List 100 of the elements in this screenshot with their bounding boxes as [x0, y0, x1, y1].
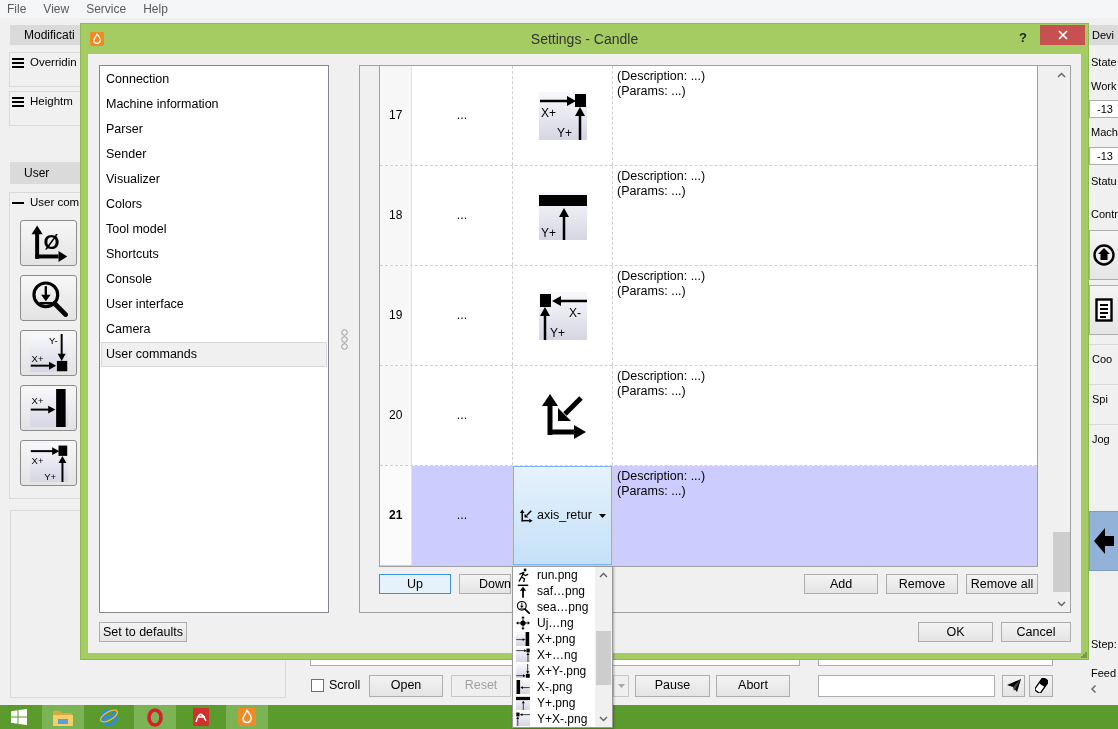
user-command-button[interactable]: X+	[20, 385, 77, 431]
menu-item[interactable]: Help	[143, 1, 168, 17]
coordinate-field[interactable]: -13	[1089, 100, 1118, 118]
help-button[interactable]: ?	[1019, 30, 1027, 46]
menu-item[interactable]: Service	[86, 1, 127, 17]
menu-icon[interactable]	[12, 58, 24, 68]
dropdown-item[interactable]: sea…png	[513, 599, 595, 615]
flame-icon	[238, 708, 256, 726]
add-button[interactable]: Add	[804, 574, 878, 594]
category-item[interactable]: Camera	[101, 317, 327, 342]
abort-button[interactable]: Abort	[716, 674, 790, 697]
scroll-down-icon[interactable]	[599, 716, 608, 722]
pause-button[interactable]: Pause	[635, 674, 710, 697]
send-button[interactable]	[1002, 674, 1025, 697]
user-command-button[interactable]: X+ Y+	[20, 440, 77, 486]
close-button[interactable]	[1040, 25, 1085, 45]
row-number: 17	[380, 66, 412, 165]
tool-button[interactable]	[1089, 230, 1118, 280]
taskbar-button[interactable]	[226, 705, 268, 729]
arrow-to-wall-icon	[516, 632, 530, 646]
defaults-button[interactable]: Set to defaults	[99, 622, 187, 642]
params-text: (Params: ...)	[617, 184, 686, 199]
down-button[interactable]: Down	[459, 574, 511, 594]
scroll-up-icon[interactable]	[599, 572, 608, 578]
table-row[interactable]: 20 ... (Description: ...) (Params: ...)	[380, 366, 1037, 466]
coordinate-field[interactable]: -13	[1089, 147, 1118, 165]
dropdown-item[interactable]: saf…png	[513, 583, 595, 599]
resize-grip-icon[interactable]	[1081, 652, 1087, 658]
category-item[interactable]: Sender	[101, 142, 327, 167]
scroll-up-icon[interactable]	[1057, 72, 1066, 78]
splitter-handle[interactable]	[340, 328, 348, 350]
category-item[interactable]: Visualizer	[101, 167, 327, 192]
params-text: (Params: ...)	[617, 384, 686, 399]
up-button[interactable]: Up	[379, 574, 451, 594]
arrows-to-square-icon	[516, 664, 530, 678]
group-title: Heightm	[30, 95, 73, 109]
category-item[interactable]: User commands	[101, 342, 327, 367]
category-item[interactable]: Tool model	[101, 217, 327, 242]
checkbox-label: Scroll	[329, 678, 362, 693]
arrow-to-wall-icon	[516, 680, 530, 694]
category-item[interactable]: Shortcuts	[101, 242, 327, 267]
arrows-to-square-icon	[516, 712, 530, 726]
table-row[interactable]: 19 ... X- Y+ (Description: ...) (Params: ...)	[380, 266, 1037, 366]
user-command-button[interactable]	[20, 275, 77, 321]
name-cell: ...	[412, 66, 513, 165]
panel-tab[interactable]: Devi	[1089, 25, 1118, 45]
icon-combobox[interactable]: axis_retur	[513, 466, 612, 565]
text-field[interactable]	[818, 660, 1053, 666]
cancel-button[interactable]: Cancel	[1001, 622, 1071, 642]
row-number: 21	[380, 466, 412, 565]
user-command-button[interactable]: Ø	[20, 220, 77, 266]
field-label: Step:	[1090, 637, 1118, 651]
scroll-left-icon[interactable]	[1091, 685, 1096, 693]
dropdown-item[interactable]: X-.png	[513, 679, 595, 695]
jog-button[interactable]	[1089, 511, 1118, 571]
dropdown-item[interactable]: X+.png	[513, 631, 595, 647]
row-number: 18	[380, 166, 412, 265]
user-command-button[interactable]: Y- X+	[20, 330, 77, 376]
clear-button[interactable]	[1029, 674, 1053, 697]
category-item[interactable]: Console	[101, 267, 327, 292]
arrow-to-wall-icon: X+	[29, 389, 68, 427]
arrows-to-square-icon: X+ Y+	[29, 444, 68, 482]
open-button[interactable]: Open	[369, 674, 443, 697]
scrollbar-thumb[interactable]	[596, 631, 611, 685]
arrows-to-square-icon: Y- X+	[29, 334, 68, 372]
panel-tab[interactable]: User	[10, 162, 80, 184]
dropdown-item[interactable]: X+Y-.png	[513, 663, 595, 679]
description-text: (Description: ...)	[617, 69, 706, 84]
row-number: 20	[380, 366, 412, 465]
dropdown-item[interactable]: Uj…ng	[513, 615, 595, 631]
menu-icon[interactable]	[12, 97, 24, 107]
ok-button[interactable]: OK	[918, 622, 993, 642]
tool-button[interactable]	[1089, 285, 1118, 335]
dropdown-item[interactable]: X+…ng	[513, 647, 595, 663]
crosshair-arrows-icon	[516, 616, 530, 630]
menu-item[interactable]: File	[7, 1, 27, 17]
category-item[interactable]: Machine information	[101, 92, 327, 117]
command-input[interactable]	[818, 674, 995, 697]
remove-all-button[interactable]: Remove all	[966, 574, 1038, 594]
dropdown-item[interactable]: Y+X-.png	[513, 711, 595, 727]
taskbar-button[interactable]	[134, 705, 176, 729]
description-text: (Description: ...)	[617, 369, 706, 384]
checkbox[interactable]	[311, 679, 324, 692]
category-item[interactable]: Parser	[101, 117, 327, 142]
category-item[interactable]: Colors	[101, 192, 327, 217]
dropdown-item[interactable]: Y+.png	[513, 695, 595, 711]
scrollbar-thumb[interactable]	[1053, 532, 1070, 592]
panel-tab[interactable]: Modificati	[10, 25, 80, 45]
category-item[interactable]: User interface	[101, 292, 327, 317]
scroll-down-icon[interactable]	[1057, 601, 1066, 607]
category-item[interactable]: Connection	[101, 67, 327, 92]
table-row[interactable]: 17 ... X+ Y+ (Description: ...) (Params: ...)	[380, 66, 1037, 166]
menu-item[interactable]: View	[43, 1, 70, 17]
remove-button[interactable]: Remove	[886, 574, 958, 594]
table-row[interactable]: 21 ... axis_retur (Description: ...) (Params: ...)	[380, 466, 1037, 566]
params-text: (Params: ...)	[617, 84, 686, 99]
table-row[interactable]: 18 ... Y+ (Description: ...) (Params: ...)	[380, 166, 1037, 266]
params-text: (Params: ...)	[617, 484, 686, 499]
arrow-up-bar-icon	[516, 584, 530, 598]
dropdown-item[interactable]: run.png	[513, 567, 595, 583]
